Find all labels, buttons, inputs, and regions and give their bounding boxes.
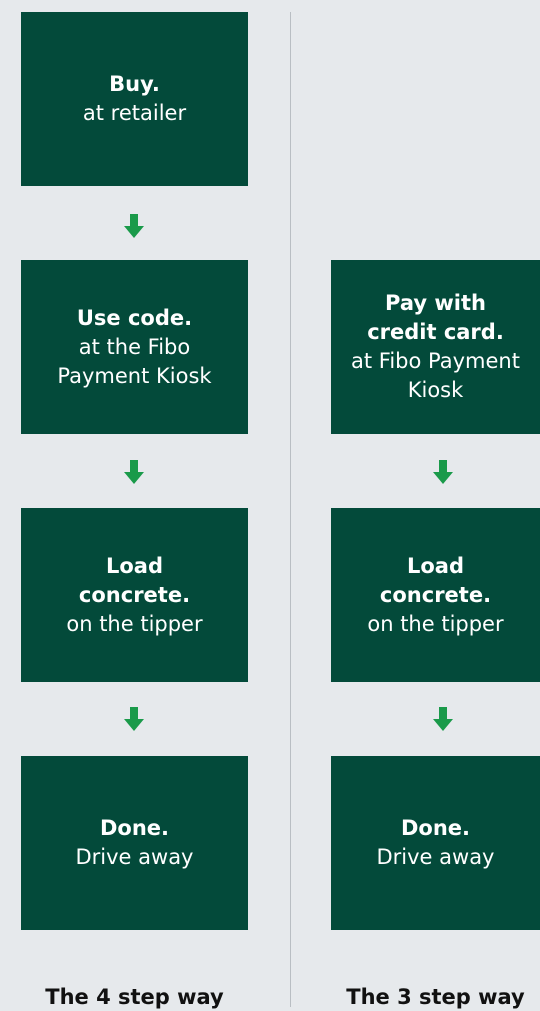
step-title: Done.	[99, 816, 170, 840]
arrow-down-icon	[433, 707, 453, 731]
arrow-down-icon	[433, 460, 453, 484]
right-step-1-box: Pay with credit card. at Fibo Payment Ki…	[331, 260, 540, 434]
step-title: Load concrete.	[78, 553, 191, 607]
flow-divider	[290, 12, 291, 1007]
step-title: Done.	[400, 816, 471, 840]
step-subtitle: on the tipper	[367, 611, 504, 636]
arrow-down-icon	[124, 460, 144, 484]
left-step-4-box: Done. Drive away	[21, 756, 248, 930]
left-step-2-box: Use code. at the Fibo Payment Kiosk	[21, 260, 248, 434]
step-title: Buy.	[109, 72, 160, 96]
step-subtitle: Drive away	[376, 845, 495, 869]
right-step-3-box: Done. Drive away	[331, 756, 540, 930]
arrow-down-icon	[124, 214, 144, 238]
step-subtitle: at Fibo Payment Kiosk	[351, 349, 520, 402]
step-subtitle: at the Fibo Payment Kiosk	[57, 334, 212, 388]
step-title: Pay with credit card.	[367, 291, 504, 344]
step-subtitle: at retailer	[82, 101, 187, 125]
step-subtitle: Drive away	[75, 845, 194, 869]
left-step-3-box: Load concrete. on the tipper	[21, 508, 248, 682]
left-step-1-box: Buy. at retailer	[21, 12, 248, 186]
step-title: Load concrete.	[379, 553, 492, 607]
right-step-2-box: Load concrete. on the tipper	[331, 508, 540, 682]
step-subtitle: on the tipper	[66, 611, 203, 636]
arrow-down-icon	[124, 707, 144, 731]
step-title: Use code.	[76, 305, 193, 330]
